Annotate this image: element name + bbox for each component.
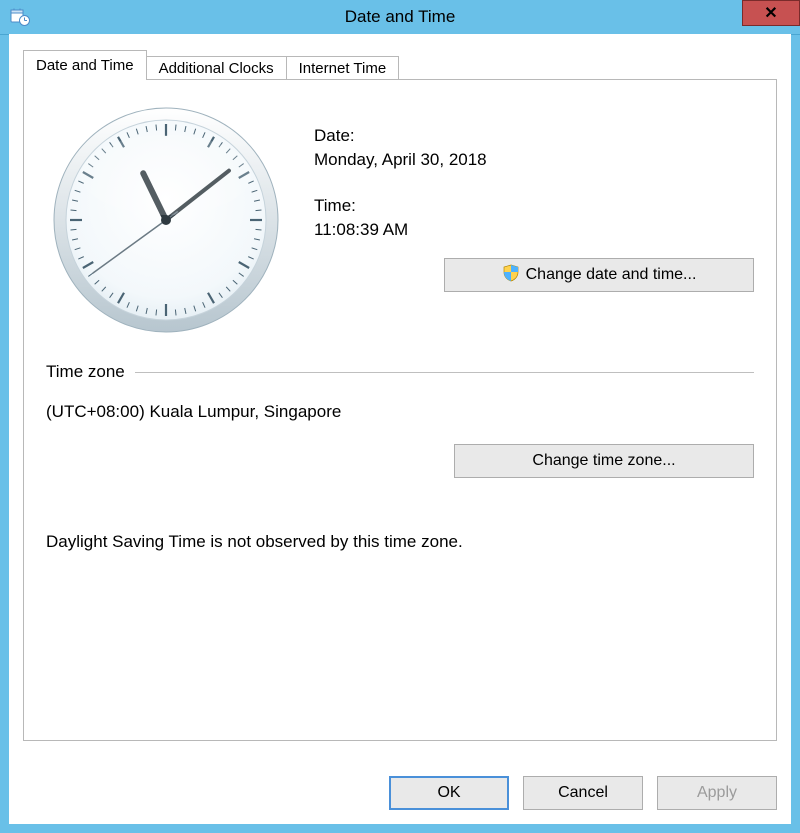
titlebar: Date and Time ✕ (0, 0, 800, 35)
date-time-section: Date: Monday, April 30, 2018 Time: 11:08… (46, 100, 754, 340)
analog-clock (46, 100, 286, 340)
time-zone-header-label: Time zone (46, 362, 125, 382)
change-time-zone-label: Change time zone... (532, 452, 675, 470)
tab-additional-clocks[interactable]: Additional Clocks (146, 56, 287, 80)
change-date-time-button[interactable]: Change date and time... (444, 258, 754, 292)
tab-page-date-and-time: Date: Monday, April 30, 2018 Time: 11:08… (23, 79, 777, 741)
divider (135, 372, 754, 373)
close-icon: ✕ (764, 3, 777, 23)
date-label: Date: (314, 126, 754, 146)
time-zone-value: (UTC+08:00) Kuala Lumpur, Singapore (46, 402, 754, 422)
cancel-button[interactable]: Cancel (523, 776, 643, 810)
tab-strip: Date and Time Additional Clocks Internet… (23, 50, 777, 80)
window-title: Date and Time (0, 7, 800, 27)
dialog-button-row: OK Cancel Apply (389, 776, 777, 810)
dst-note: Daylight Saving Time is not observed by … (46, 532, 754, 552)
date-value: Monday, April 30, 2018 (314, 150, 754, 170)
client-area: Date and Time Additional Clocks Internet… (9, 34, 791, 824)
cancel-label: Cancel (558, 784, 608, 802)
time-label: Time: (314, 196, 754, 216)
uac-shield-icon (502, 264, 520, 287)
time-zone-group-header: Time zone (46, 362, 754, 382)
ok-button[interactable]: OK (389, 776, 509, 810)
tab-date-and-time[interactable]: Date and Time (23, 50, 147, 80)
time-value: 11:08:39 AM (314, 220, 754, 240)
change-date-time-label: Change date and time... (526, 266, 697, 284)
tab-internet-time[interactable]: Internet Time (286, 56, 400, 80)
date-and-time-window: Date and Time ✕ Date and Time Additional… (0, 0, 800, 833)
tab-label: Additional Clocks (159, 60, 274, 77)
apply-label: Apply (697, 784, 737, 802)
ok-label: OK (437, 784, 460, 802)
tab-label: Internet Time (299, 60, 387, 77)
tab-label: Date and Time (36, 57, 134, 74)
close-button[interactable]: ✕ (742, 0, 800, 26)
apply-button[interactable]: Apply (657, 776, 777, 810)
change-time-zone-button[interactable]: Change time zone... (454, 444, 754, 478)
date-time-info: Date: Monday, April 30, 2018 Time: 11:08… (286, 100, 754, 292)
date-time-app-icon (10, 7, 30, 27)
